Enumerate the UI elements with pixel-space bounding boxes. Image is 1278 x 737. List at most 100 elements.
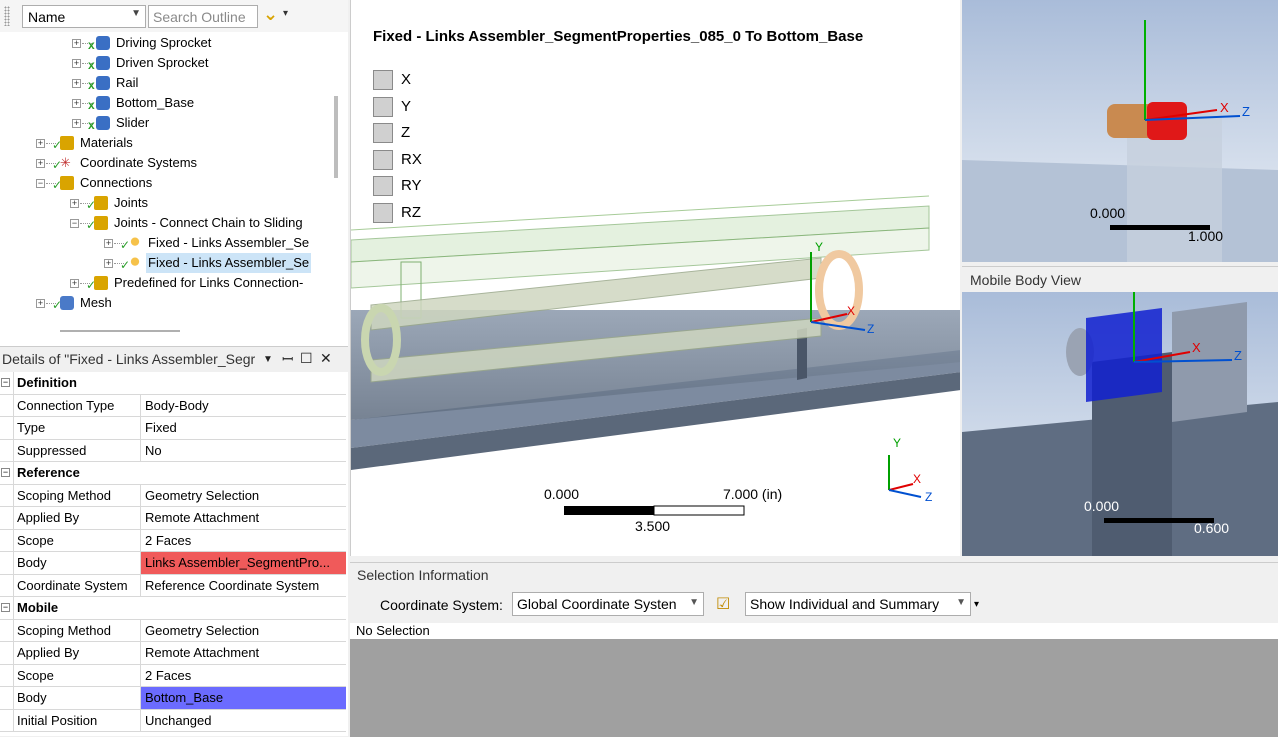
tree-item[interactable]: + x Rail <box>0 73 330 93</box>
property-value[interactable]: 2 Faces <box>141 665 346 687</box>
collapse-toggle-icon[interactable]: − <box>1 468 10 477</box>
coordinate-system-value: Global Coordinate Systen <box>517 596 677 612</box>
expand-toggle-icon[interactable]: + <box>36 139 45 148</box>
mob-scale-start: 0.000 <box>1084 498 1120 514</box>
outline-search-input[interactable]: Search Outline <box>148 5 258 28</box>
tree-item[interactable]: + ✓ ✳ Coordinate Systems <box>0 153 330 173</box>
expand-toggle-icon[interactable]: + <box>72 59 81 68</box>
expand-toggle-icon[interactable]: + <box>72 119 81 128</box>
details-section-header[interactable]: − Definition <box>0 372 346 395</box>
details-dropdown-icon[interactable]: ▼ <box>263 354 273 365</box>
details-row[interactable]: Scoping Method Geometry Selection <box>0 619 346 642</box>
details-row[interactable]: Type Fixed <box>0 417 346 440</box>
property-value[interactable]: Geometry Selection <box>141 485 346 507</box>
property-value[interactable]: Bottom_Base <box>141 687 346 709</box>
tree-hscrollbar[interactable] <box>60 330 180 332</box>
tree-item[interactable]: + x Driven Sprocket <box>0 53 330 73</box>
maximize-icon[interactable]: ☐ <box>300 350 313 367</box>
tree-item-label: Driving Sprocket <box>116 35 212 50</box>
property-value[interactable]: Links Assembler_SegmentPro... <box>141 552 346 574</box>
details-row[interactable]: Scope 2 Faces <box>0 529 346 552</box>
property-value[interactable]: Fixed <box>141 417 346 439</box>
status-x-icon: x <box>88 118 95 132</box>
expand-toggle-icon[interactable]: + <box>70 199 79 208</box>
details-row[interactable]: Initial Position Unchanged <box>0 709 346 732</box>
triad-x-axis <box>888 483 914 491</box>
tree-scrollbar[interactable] <box>334 96 338 178</box>
property-label: Scope <box>13 529 141 551</box>
toolbar-grip[interactable] <box>4 6 10 26</box>
coordinate-systems-icon: ✳ <box>60 155 71 170</box>
property-value[interactable]: Unchanged <box>141 710 346 732</box>
expand-toggle-icon[interactable]: − <box>36 179 45 188</box>
mobile-view-header: Mobile Body View <box>962 266 1278 292</box>
details-section-header[interactable]: − Reference <box>0 462 346 485</box>
close-icon[interactable]: ✕ <box>320 350 332 367</box>
triad-label-x: X <box>913 472 922 486</box>
details-row[interactable]: Connection Type Body-Body <box>0 394 346 417</box>
mob-mobile-body <box>1086 308 1162 402</box>
body-icon <box>96 36 110 50</box>
dof-checkbox <box>373 96 393 117</box>
status-x-icon: x <box>88 98 95 112</box>
expand-toggle-icon[interactable]: + <box>36 299 45 308</box>
expand-toggle-icon[interactable]: + <box>104 239 113 248</box>
mobile-body-view[interactable]: X Z 0.000 0.600 <box>962 292 1278 556</box>
expand-toggle-icon[interactable]: + <box>72 99 81 108</box>
property-value[interactable]: Body-Body <box>141 395 346 417</box>
expand-toggle-icon[interactable]: + <box>72 39 81 48</box>
tree-item-label: Mesh <box>80 295 112 310</box>
collapse-toggle-icon[interactable]: − <box>1 378 10 387</box>
tree-item[interactable]: − ✓ Connections <box>0 173 330 193</box>
property-value[interactable]: Geometry Selection <box>141 620 346 642</box>
details-row[interactable]: Applied By Remote Attachment <box>0 507 346 530</box>
scale-end: 7.000 (in) <box>723 486 783 502</box>
details-row[interactable]: Applied By Remote Attachment <box>0 642 346 665</box>
ref-label-x: X <box>1220 100 1229 115</box>
details-row[interactable]: Suppressed No <box>0 439 346 462</box>
tree-item[interactable]: + ✓ Mesh <box>0 293 330 313</box>
property-value[interactable]: 2 Faces <box>141 530 346 552</box>
reference-body-view[interactable]: X Z 0.000 1.000 <box>962 0 1278 262</box>
body-icon <box>96 56 110 70</box>
pin-icon[interactable]: ꟷ <box>282 350 293 369</box>
tree-item[interactable]: + x Bottom_Base <box>0 93 330 113</box>
collapse-toggle-icon[interactable]: − <box>1 603 10 612</box>
details-section-header[interactable]: − Mobile <box>0 597 346 620</box>
property-value[interactable]: Reference Coordinate System <box>141 575 346 597</box>
display-mode-select[interactable]: Show Individual and Summary ▼ <box>745 592 971 616</box>
property-value[interactable]: Remote Attachment <box>141 642 346 664</box>
section-label: Definition <box>13 372 313 394</box>
body-icon <box>96 116 110 130</box>
details-row[interactable]: Body Links Assembler_SegmentPro... <box>0 552 346 575</box>
expand-toggle-icon[interactable]: + <box>72 79 81 88</box>
expand-chevron-icon[interactable]: ⌄ <box>263 4 278 25</box>
outline-sort-select[interactable]: Name ▼ <box>22 5 146 28</box>
details-row[interactable]: Body Bottom_Base <box>0 687 346 710</box>
tree-item[interactable]: + x Driving Sprocket <box>0 33 330 53</box>
tree-item[interactable]: − ✓ Joints - Connect Chain to Sliding <box>0 213 330 233</box>
tree-item[interactable]: + ✓ Predefined for Links Connection- <box>0 273 330 293</box>
toolbar-overflow-icon[interactable]: ▾ <box>974 599 979 610</box>
tree-item[interactable]: + ✓ Fixed - Links Assembler_Se <box>0 253 330 273</box>
checklist-icon[interactable]: ☑ <box>716 594 730 614</box>
tree-item[interactable]: + ✓ Joints <box>0 193 330 213</box>
selection-list-area <box>350 639 1278 737</box>
details-row[interactable]: Scope 2 Faces <box>0 664 346 687</box>
expand-toggle-icon[interactable]: + <box>70 279 79 288</box>
graphics-viewport[interactable]: Fixed - Links Assembler_SegmentPropertie… <box>350 0 960 556</box>
coordinate-system-select[interactable]: Global Coordinate Systen ▼ <box>512 592 704 616</box>
property-value[interactable]: Remote Attachment <box>141 507 346 529</box>
outline-sort-value: Name <box>28 9 66 25</box>
tree-item[interactable]: + x Slider <box>0 113 330 133</box>
toolbar-overflow-icon[interactable]: ▾ <box>283 8 288 19</box>
details-row[interactable]: Coordinate System Reference Coordinate Sy… <box>0 574 346 597</box>
expand-toggle-icon[interactable]: − <box>70 219 79 228</box>
details-title: Details of "Fixed - Links Assembler_Segr <box>2 351 256 367</box>
tree-item[interactable]: + ✓ Fixed - Links Assembler_Se <box>0 233 330 253</box>
details-row[interactable]: Scoping Method Geometry Selection <box>0 484 346 507</box>
property-value[interactable]: No <box>141 440 346 462</box>
expand-toggle-icon[interactable]: + <box>36 159 45 168</box>
expand-toggle-icon[interactable]: + <box>104 259 113 268</box>
tree-item[interactable]: + ✓ Materials <box>0 133 330 153</box>
